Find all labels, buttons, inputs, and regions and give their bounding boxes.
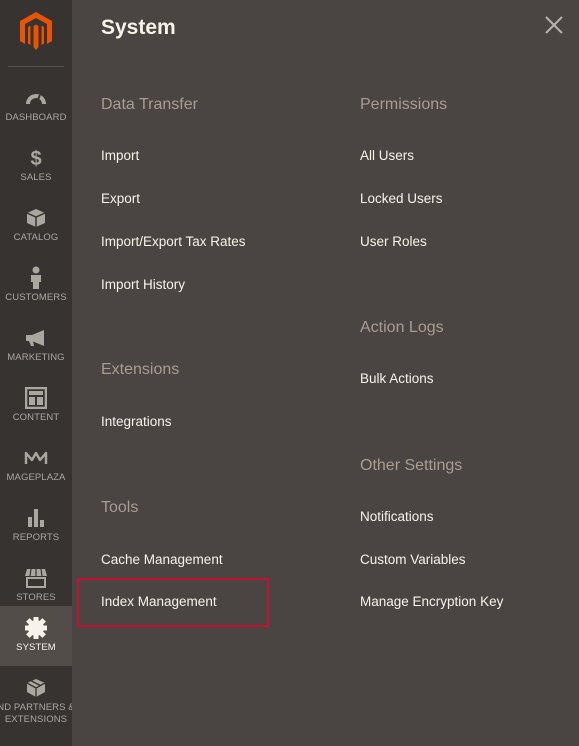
section-title-other-settings: Other Settings	[360, 457, 463, 474]
admin-sidebar: DASHBOARD $ SALES CATALOG CUSTOMERS MARK…	[0, 0, 72, 746]
magento-logo[interactable]	[0, 0, 72, 62]
store-icon	[24, 566, 48, 590]
blocks-icon	[25, 676, 47, 700]
page-title: System	[101, 16, 176, 39]
menu-link-notifications[interactable]: Notifications	[360, 509, 434, 524]
box-icon	[26, 206, 46, 230]
menu-link-index-management[interactable]: Index Management	[101, 594, 217, 609]
sidebar-item-marketing[interactable]: MARKETING	[0, 316, 72, 376]
menu-link-integrations[interactable]: Integrations	[101, 414, 172, 429]
sidebar-item-label: STORES	[16, 592, 56, 603]
sidebar-item-label: ND PARTNERS & EXTENSIONS	[0, 702, 72, 725]
sidebar-item-label: DASHBOARD	[5, 112, 67, 123]
sidebar-item-content[interactable]: CONTENT	[0, 376, 72, 436]
logo-divider	[8, 66, 64, 67]
sidebar-item-label: CATALOG	[13, 232, 59, 243]
megaphone-icon	[24, 326, 48, 350]
close-button[interactable]	[543, 14, 565, 36]
sidebar-item-label: SYSTEM	[16, 642, 56, 653]
sidebar-item-customers[interactable]: CUSTOMERS	[0, 256, 72, 316]
sidebar-item-dashboard[interactable]: DASHBOARD	[0, 76, 72, 136]
system-menu-panel: System Data Transfer Import Export Impor…	[72, 0, 579, 746]
sidebar-item-catalog[interactable]: CATALOG	[0, 196, 72, 256]
sidebar-item-partners[interactable]: ND PARTNERS & EXTENSIONS	[0, 666, 72, 736]
sidebar-item-system[interactable]: SYSTEM	[0, 606, 72, 666]
menu-link-bulk-actions[interactable]: Bulk Actions	[360, 371, 434, 386]
menu-link-cache-management[interactable]: Cache Management	[101, 552, 223, 567]
close-icon	[545, 16, 563, 34]
menu-link-custom-variables[interactable]: Custom Variables	[360, 552, 466, 567]
section-title-action-logs: Action Logs	[360, 319, 444, 336]
sidebar-item-label: REPORTS	[12, 532, 60, 543]
dollar-icon: $	[28, 146, 44, 170]
menu-link-import-export-tax-rates[interactable]: Import/Export Tax Rates	[101, 234, 246, 249]
sidebar-item-label: MARKETING	[7, 352, 65, 363]
svg-text:$: $	[30, 148, 41, 169]
bar-chart-icon	[26, 506, 46, 530]
section-title-data-transfer: Data Transfer	[101, 96, 198, 113]
sidebar-item-label: CONTENT	[12, 412, 60, 423]
menu-link-all-users[interactable]: All Users	[360, 148, 414, 163]
section-title-extensions: Extensions	[101, 361, 180, 378]
menu-link-user-roles[interactable]: User Roles	[360, 234, 427, 249]
sidebar-item-mageplaza[interactable]: MAGEPLAZA	[0, 436, 72, 496]
menu-link-locked-users[interactable]: Locked Users	[360, 191, 443, 206]
sidebar-item-label: MAGEPLAZA	[6, 472, 66, 483]
menu-link-import-history[interactable]: Import History	[101, 277, 185, 292]
menu-link-export[interactable]: Export	[101, 191, 140, 206]
section-title-tools: Tools	[101, 499, 139, 516]
sidebar-item-sales[interactable]: $ SALES	[0, 136, 72, 196]
magento-logo-icon	[20, 12, 52, 50]
menu-link-import[interactable]: Import	[101, 148, 139, 163]
sidebar-item-label: SALES	[20, 172, 52, 183]
mageplaza-icon	[24, 446, 48, 470]
person-icon	[29, 266, 43, 290]
section-title-permissions: Permissions	[360, 96, 448, 113]
sidebar-item-label: CUSTOMERS	[5, 292, 67, 303]
layout-icon	[25, 386, 47, 410]
speedometer-icon	[24, 86, 48, 110]
sidebar-item-reports[interactable]: REPORTS	[0, 496, 72, 556]
menu-link-manage-encryption-key[interactable]: Manage Encryption Key	[360, 594, 503, 609]
gear-icon	[25, 616, 47, 640]
